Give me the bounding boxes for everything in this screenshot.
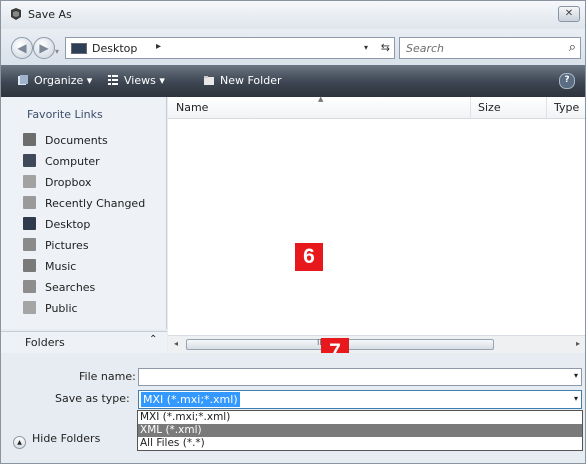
fav-item-label: Public (45, 302, 78, 315)
horizontal-scrollbar[interactable]: ◂ III ▸ (168, 335, 585, 354)
fav-item-label: Desktop (45, 218, 91, 231)
views-label: Views ▾ (124, 74, 165, 87)
scroll-right-icon[interactable]: ▸ (576, 339, 580, 348)
hide-folders-label: Hide Folders (32, 432, 101, 445)
save-as-dialog: Save As ✕ ◀ ▶ ▾ Desktop ▸ ▾ ⇆ Search ⌕ O… (0, 0, 586, 464)
fav-item-pictures[interactable]: Pictures (23, 238, 145, 259)
fav-item-label: Recently Changed (45, 197, 146, 210)
fav-item-computer[interactable]: Computer (23, 154, 145, 175)
fav-item-label: Music (45, 260, 77, 273)
new-folder-label: New Folder (220, 74, 282, 87)
save-as-icon (11, 8, 21, 20)
favorite-links-list: Documents Computer Dropbox Recently Chan… (23, 133, 145, 322)
search-icon[interactable]: ⌕ (569, 40, 576, 55)
documents-icon (23, 133, 36, 146)
column-header-size[interactable]: Size (478, 101, 501, 114)
folders-toggle[interactable]: Folders ⌃ (1, 331, 167, 353)
refresh-icon[interactable]: ⇆ (381, 41, 390, 54)
forward-button[interactable]: ▶ (33, 37, 55, 59)
file-name-label: File name: (79, 370, 136, 383)
search-placeholder: Search (406, 42, 445, 55)
fav-item-searches[interactable]: Searches (23, 280, 145, 301)
fav-item-public[interactable]: Public (23, 301, 145, 322)
fav-item-documents[interactable]: Documents (23, 133, 145, 154)
back-button[interactable]: ◀ (11, 37, 33, 59)
folders-label: Folders (25, 336, 65, 349)
music-icon (23, 259, 36, 272)
address-location[interactable]: Desktop (92, 42, 137, 55)
chevron-up-icon[interactable]: ⌃ (149, 334, 157, 345)
window-title: Save As (28, 8, 72, 21)
column-divider[interactable] (546, 97, 547, 118)
file-list[interactable]: Name ▲ Size Type 6 ◂ III ▸ 7 (168, 95, 585, 366)
save-as-type-select[interactable]: MXI (*.mxi;*.xml) ▾ (138, 390, 582, 409)
column-header-row: Name ▲ Size Type (168, 95, 585, 119)
searches-icon (23, 280, 36, 293)
views-icon (108, 75, 118, 85)
public-icon (23, 301, 36, 314)
column-divider[interactable] (470, 97, 471, 118)
save-as-type-options: MXI (*.mxi;*.xml) XML (*.xml) All Files … (137, 410, 583, 451)
new-folder-button[interactable]: New Folder (203, 74, 281, 87)
desktop-icon (23, 217, 36, 230)
favorite-links-heading: Favorite Links (27, 108, 103, 121)
address-dropdown-icon[interactable]: ▾ (364, 43, 368, 52)
save-form: File name: ▾ Save as type: MXI (*.mxi;*.… (1, 353, 585, 463)
hide-folders-button[interactable]: ▲ Hide Folders (13, 432, 100, 449)
command-toolbar: Organize ▾ Views ▾ New Folder ? (1, 65, 585, 97)
column-header-type[interactable]: Type (554, 101, 579, 114)
navigation-pane: Favorite Links Documents Computer Dropbo… (1, 97, 167, 329)
close-button[interactable]: ✕ (558, 6, 580, 22)
fav-item-label: Computer (45, 155, 100, 168)
fav-item-dropbox[interactable]: Dropbox (23, 175, 145, 196)
breadcrumb-separator-icon[interactable]: ▸ (156, 41, 161, 52)
fav-item-label: Pictures (45, 239, 89, 252)
views-button[interactable]: Views ▾ (107, 74, 165, 87)
search-input[interactable]: Search ⌕ (399, 37, 581, 59)
type-option-highlighted[interactable]: XML (*.xml) (138, 424, 582, 437)
column-header-name[interactable]: Name (176, 101, 208, 114)
type-option[interactable]: All Files (*.*) (138, 437, 582, 450)
fav-item-label: Searches (45, 281, 96, 294)
chevron-down-icon[interactable]: ▾ (574, 394, 578, 403)
organize-label: Organize ▾ (34, 74, 93, 87)
address-bar[interactable]: Desktop ▸ ▾ ⇆ (65, 37, 395, 59)
hide-folders-icon: ▲ (13, 436, 26, 449)
recent-pages-chevron-icon[interactable]: ▾ (55, 47, 59, 56)
sort-ascending-icon: ▲ (318, 95, 324, 103)
new-folder-icon (204, 76, 214, 85)
fav-item-desktop[interactable]: Desktop (23, 217, 145, 238)
desktop-icon (71, 43, 87, 54)
save-as-type-label: Save as type: (55, 392, 130, 405)
pictures-icon (23, 238, 36, 251)
scroll-left-icon[interactable]: ◂ (174, 339, 178, 348)
file-name-dropdown-icon[interactable]: ▾ (574, 371, 578, 380)
organize-icon (18, 75, 28, 85)
callout-marker-6: 6 (295, 243, 323, 271)
fav-item-label: Dropbox (45, 176, 92, 189)
type-option[interactable]: MXI (*.mxi;*.xml) (138, 411, 582, 424)
fav-item-music[interactable]: Music (23, 259, 145, 280)
dropbox-icon (23, 175, 36, 188)
save-as-type-value: MXI (*.mxi;*.xml) (141, 392, 240, 407)
computer-icon (23, 154, 36, 167)
help-icon[interactable]: ? (559, 73, 575, 89)
file-name-field[interactable]: ▾ (138, 368, 582, 386)
fav-item-label: Documents (45, 134, 108, 147)
organize-button[interactable]: Organize ▾ (17, 74, 92, 87)
fav-item-recently-changed[interactable]: Recently Changed (23, 196, 145, 217)
title-bar: Save As ✕ (1, 1, 585, 29)
address-row: ◀ ▶ ▾ Desktop ▸ ▾ ⇆ Search ⌕ (1, 29, 585, 65)
recently-changed-icon (23, 196, 36, 209)
